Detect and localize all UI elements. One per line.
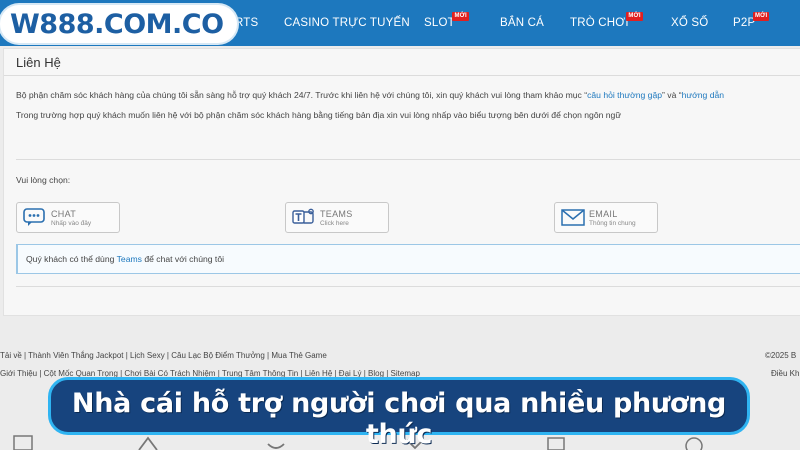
title-divider xyxy=(4,75,800,76)
option-subtitle: Thông tin chung xyxy=(589,220,636,227)
nav-item-p2p[interactable]: P2P MỚI xyxy=(733,12,770,29)
banner-text: Nhà cái hỗ trợ người chơi qua nhiều phươ… xyxy=(71,388,727,450)
nav-item-games[interactable]: TRÒ CHƠI MỚI xyxy=(570,12,643,29)
option-title: EMAIL xyxy=(589,209,618,219)
email-option-button[interactable]: EMAIL Thông tin chung xyxy=(554,202,658,233)
terms-link[interactable]: Điều Kh xyxy=(771,369,799,378)
new-badge: MỚI xyxy=(626,12,643,21)
teams-option-button[interactable]: TEAMS Click here xyxy=(285,202,389,233)
notice-text: Quý khách có thể dùng Teams để chat với … xyxy=(26,254,225,264)
option-title: CHAT xyxy=(51,209,77,219)
nav-item-slot[interactable]: SLOT MỚI xyxy=(424,12,469,29)
option-subtitle: Nhấp vào đây xyxy=(51,220,92,227)
section-divider xyxy=(16,286,800,287)
teams-icon xyxy=(292,208,314,227)
partner-logo-icon xyxy=(12,430,34,450)
nav-item-lottery[interactable]: XỔ SỐ xyxy=(671,17,708,29)
choose-label: Vui lòng chọn: xyxy=(16,175,71,185)
new-badge: MỚI xyxy=(752,12,770,21)
nav-item-fishing[interactable]: BẮN CÁ xyxy=(500,17,544,29)
chat-icon xyxy=(23,208,45,227)
footer-links-row1[interactable]: Tải về | Thành Viên Thắng Jackpot | Lịch… xyxy=(0,351,327,360)
new-badge: MỚI xyxy=(452,12,469,21)
copyright-text: ©2025 B xyxy=(765,351,797,360)
site-logo[interactable]: W888.COM.CO xyxy=(0,5,237,43)
faq-link[interactable]: câu hỏi thường gặp xyxy=(587,90,662,100)
contact-panel: Liên Hệ Bộ phận chăm sóc khách hàng của … xyxy=(3,48,800,316)
teams-notice: Quý khách có thể dùng Teams để chat với … xyxy=(16,244,800,274)
nav-item-sports[interactable]: RTS xyxy=(235,17,258,29)
option-title: TEAMS xyxy=(320,209,353,219)
page-title: Liên Hệ xyxy=(16,55,61,70)
guide-link[interactable]: hướng dẫn xyxy=(682,90,724,100)
section-divider xyxy=(16,159,800,160)
option-subtitle: Click here xyxy=(320,220,349,227)
teams-link[interactable]: Teams xyxy=(117,254,142,264)
logo-text: W888.COM.CO xyxy=(10,9,224,40)
nav-item-casino[interactable]: CASINO TRỰC TUYẾN xyxy=(284,17,410,29)
language-help-text: Trong trường hợp quý khách muốn liên hệ … xyxy=(16,110,622,120)
contact-intro-text: Bộ phận chăm sóc khách hàng của chúng tô… xyxy=(16,90,725,100)
caption-banner: Nhà cái hỗ trợ người chơi qua nhiều phươ… xyxy=(48,377,750,450)
email-icon xyxy=(561,208,585,227)
chat-option-button[interactable]: CHAT Nhấp vào đây xyxy=(16,202,120,233)
